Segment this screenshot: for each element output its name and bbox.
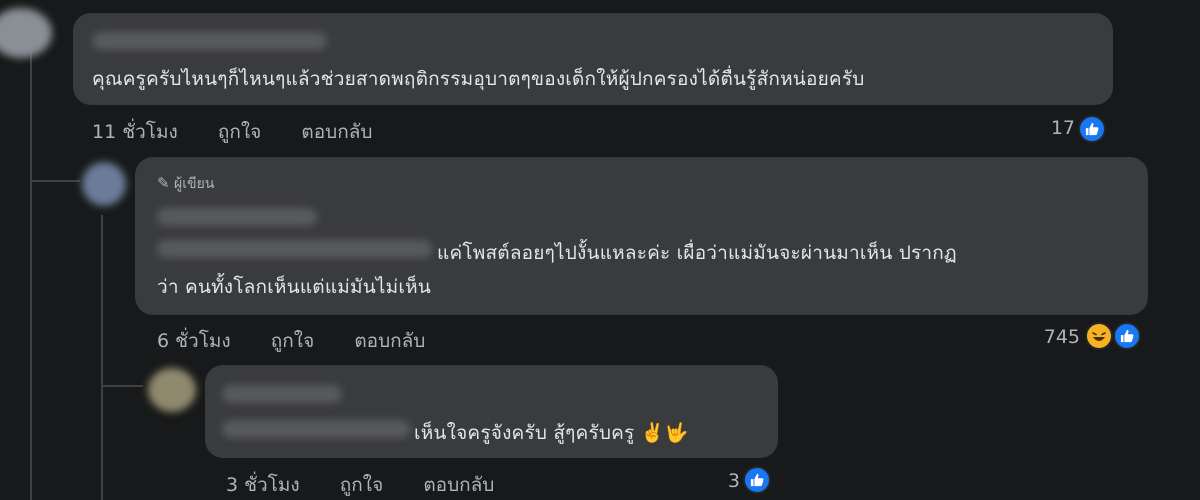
author-badge: ✎ ผู้เขียน [157, 173, 214, 195]
avatar[interactable] [148, 368, 196, 412]
reply-button[interactable]: ตอบกลับ [354, 330, 425, 352]
reply-button[interactable]: ตอบกลับ [301, 121, 372, 143]
thumbs-up-icon[interactable] [743, 466, 771, 494]
thread-line-nested [101, 215, 103, 500]
comment-time[interactable]: 6 ชั่วโมง [157, 330, 231, 352]
comment-time[interactable]: 11 ชั่วโมง [92, 121, 178, 143]
comment-actions: 3 ชั่วโมง ถูกใจ ตอบกลับ [226, 470, 494, 500]
author-name-blurred[interactable] [92, 32, 327, 50]
thumbs-up-icon[interactable] [1078, 115, 1106, 143]
comment-actions: 11 ชั่วโมง ถูกใจ ตอบกลับ [92, 117, 372, 147]
haha-face-icon[interactable] [1085, 322, 1113, 350]
thumbs-up-icon[interactable] [1113, 322, 1141, 350]
comment-text: คุณครูครับไหนๆก็ไหนๆแล้วช่วยสาดพฤติกรรมอ… [92, 68, 865, 90]
reply-button[interactable]: ตอบกลับ [423, 474, 494, 496]
comment-text: เห็นใจครูจังครับ สู้ๆครับครู ✌️🤟 [414, 418, 688, 448]
comment-time[interactable]: 3 ชั่วโมง [226, 474, 300, 496]
thread-line [30, 40, 32, 500]
author-name-blurred[interactable] [157, 208, 317, 226]
reaction-count[interactable]: 17 [1020, 117, 1075, 139]
like-button[interactable]: ถูกใจ [340, 474, 383, 496]
comment-actions: 6 ชั่วโมง ถูกใจ ตอบกลับ [157, 326, 425, 356]
like-button[interactable]: ถูกใจ [271, 330, 314, 352]
mention-blurred[interactable] [222, 420, 410, 438]
thread-line-branch [30, 180, 80, 182]
emoji: ✌️🤟 [640, 422, 689, 444]
comment-text-body: เห็นใจครูจังครับ สู้ๆครับครู [414, 422, 635, 444]
comment-text-line-1: แค่โพสต์ลอยๆไปงั้นแหละค่ะ เผื่อว่าแม่มัน… [437, 242, 957, 264]
reaction-count[interactable]: 745 [1025, 326, 1080, 348]
comment-text-line-2: ว่า คนทั้งโลกเห็นแต่แม่มันไม่เห็น [157, 276, 431, 298]
like-button[interactable]: ถูกใจ [218, 121, 261, 143]
mention-blurred[interactable] [157, 240, 432, 258]
author-badge-label: ผู้เขียน [174, 176, 215, 192]
avatar[interactable] [82, 162, 126, 206]
thread-line-branch-nested [101, 385, 143, 387]
avatar[interactable] [0, 8, 52, 58]
author-name-blurred[interactable] [222, 385, 342, 403]
pencil-icon: ✎ [157, 174, 170, 192]
reaction-count[interactable]: 3 [700, 470, 740, 492]
